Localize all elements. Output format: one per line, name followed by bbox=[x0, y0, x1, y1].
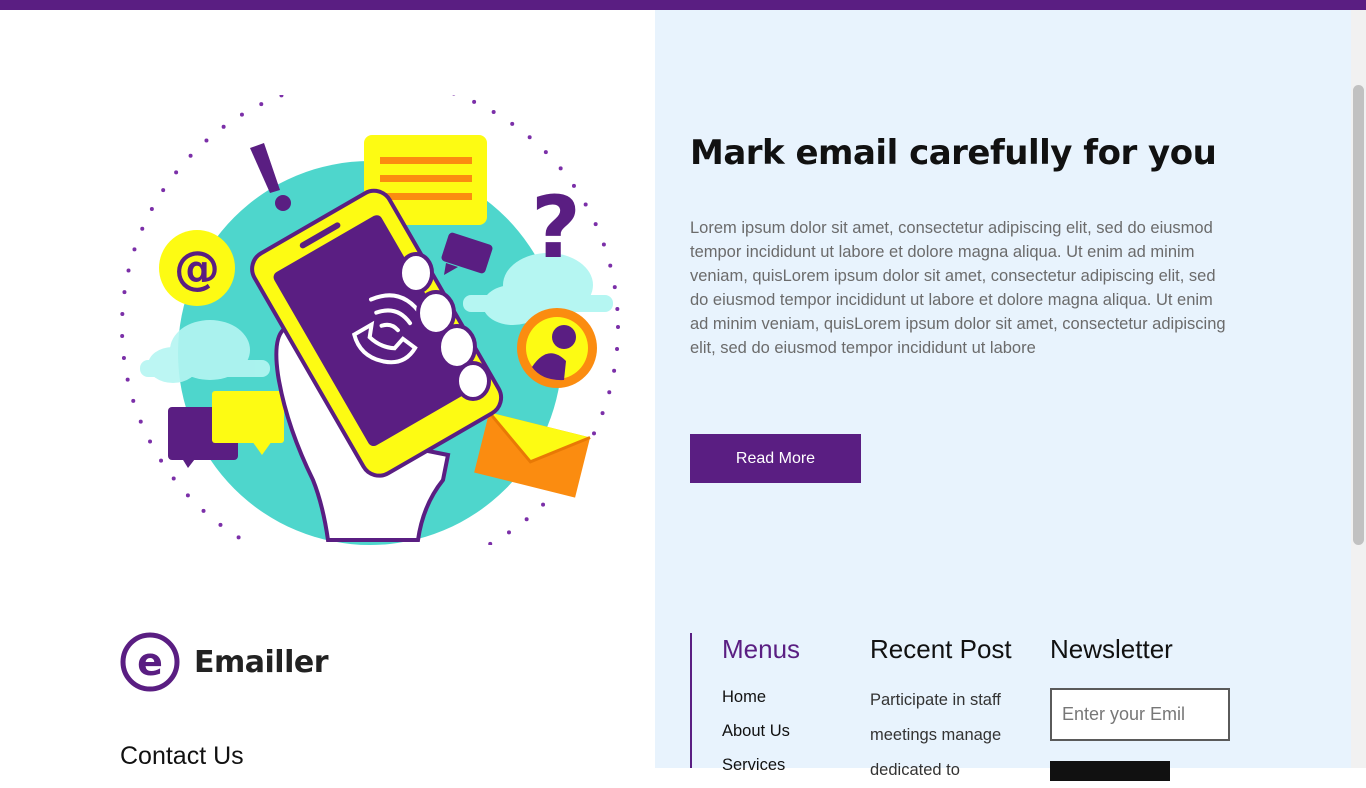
newsletter-heading: Newsletter bbox=[1050, 634, 1173, 664]
menu-link-services[interactable]: Services bbox=[722, 756, 785, 774]
menus-heading: Menus bbox=[722, 634, 801, 664]
hero-title: Mark email carefully for you bbox=[690, 133, 1217, 173]
menu-item-about-us: About Us bbox=[722, 720, 790, 754]
at-sign-text: @ bbox=[174, 241, 220, 295]
hero-description: Lorem ipsum dolor sit amet, consectetur … bbox=[690, 219, 1226, 357]
newsletter-subscribe-button[interactable] bbox=[1050, 761, 1170, 781]
phone-chat-illustration: @ ? bbox=[120, 95, 620, 545]
question-mark-icon: ? bbox=[531, 178, 581, 278]
menu-item-home: Home bbox=[722, 686, 790, 720]
brand-name: Emailler bbox=[194, 644, 329, 680]
contact-person-icon bbox=[517, 308, 597, 388]
recent-post-heading: Recent Post bbox=[870, 634, 1012, 664]
footer-menu-list: Home About Us Services bbox=[722, 686, 790, 788]
contact-us-heading: Contact Us bbox=[120, 742, 244, 770]
menu-link-home[interactable]: Home bbox=[722, 688, 766, 706]
footer-divider bbox=[690, 633, 692, 768]
recent-post-text[interactable]: Participate in staff meetings manage ded… bbox=[870, 683, 1030, 788]
read-more-button[interactable]: Read More bbox=[690, 434, 861, 483]
newsletter-email-input[interactable] bbox=[1050, 688, 1230, 741]
emailler-logo-icon: e bbox=[120, 632, 180, 692]
scrollbar-thumb[interactable] bbox=[1353, 85, 1364, 545]
page-scrollbar[interactable] bbox=[1351, 10, 1366, 768]
menu-item-services: Services bbox=[722, 754, 790, 788]
at-sign-icon: @ bbox=[159, 230, 235, 306]
brand-logo-link[interactable]: e Emailler bbox=[120, 632, 329, 692]
top-accent-bar bbox=[0, 0, 1366, 10]
menu-link-about-us[interactable]: About Us bbox=[722, 722, 790, 740]
logo-letter: e bbox=[137, 640, 163, 684]
